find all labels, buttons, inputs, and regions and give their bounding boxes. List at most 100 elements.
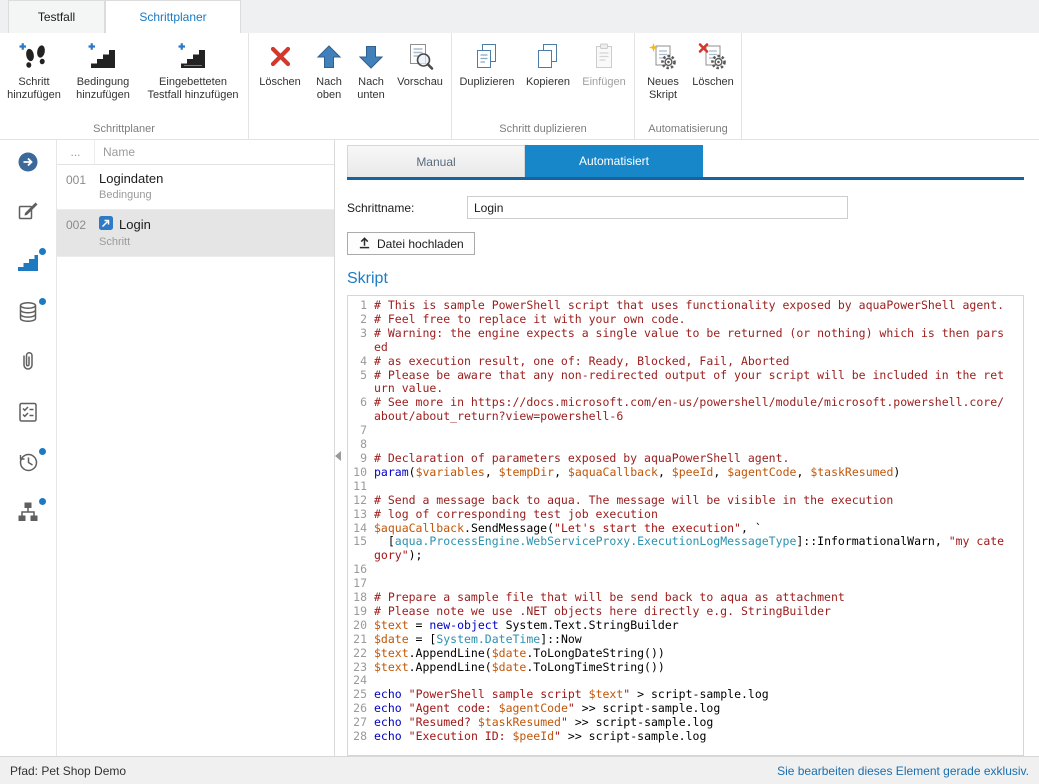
- ribbon-group-label-schritt-duplizieren: Schritt duplizieren: [455, 120, 631, 139]
- notification-dot: [39, 248, 46, 255]
- column-header-name: Name: [95, 145, 135, 159]
- steps-list-panel: ... Name 001 Logindaten Bedingung 002: [57, 140, 335, 756]
- automated-step-icon: [99, 216, 113, 233]
- arrow-circle-icon: [16, 150, 40, 179]
- script-gear-new-icon: [647, 41, 679, 73]
- schrittname-row: Schrittname:: [347, 196, 1024, 219]
- add-condition-button[interactable]: Bedingung hinzufügen: [65, 33, 141, 102]
- tab-manual[interactable]: Manual: [347, 145, 525, 177]
- tab-underline: [347, 177, 1024, 180]
- code-line: 20$text = new-object System.Text.StringB…: [348, 619, 1023, 633]
- sidebar-icon-strip: [0, 140, 57, 756]
- code-line: 23$text.AppendLine($date.ToLongTimeStrin…: [348, 661, 1023, 675]
- step-row-id: 002: [57, 216, 95, 248]
- tab-schrittplaner[interactable]: Schrittplaner: [105, 0, 241, 33]
- move-up-button[interactable]: Nach oben: [308, 33, 350, 102]
- stairs-plus-icon: [177, 41, 209, 73]
- ribbon-group-schrittplaner: Schritt hinzufügen Bedingung hinzufügen: [0, 33, 249, 139]
- duplicate-label: Duplizieren: [459, 76, 514, 89]
- code-line: 15 [aqua.ProcessEngine.WebServiceProxy.E…: [348, 535, 1023, 563]
- code-line: 1# This is sample PowerShell script that…: [348, 299, 1023, 313]
- ribbon-group-schritt-duplizieren: Duplizieren Kopieren: [452, 33, 635, 139]
- panel-collapse-handle[interactable]: [335, 450, 343, 462]
- delete-script-button[interactable]: Löschen: [688, 33, 738, 89]
- delete-button[interactable]: Löschen: [252, 33, 308, 89]
- step-row-002[interactable]: 002 Login Schritt: [57, 210, 334, 257]
- code-line: 13# log of corresponding test job execut…: [348, 508, 1023, 522]
- sidebar-item-open[interactable]: [16, 152, 40, 176]
- delete-label: Löschen: [259, 76, 301, 89]
- step-row-title: Logindaten: [99, 171, 334, 186]
- app-window: Testfall Schrittplaner: [0, 0, 1039, 784]
- copy-documents-icon: [471, 41, 503, 73]
- ribbon-group-label-empty: [252, 120, 448, 139]
- ribbon-group-label-automatisierung: Automatisierung: [638, 120, 738, 139]
- step-row-001[interactable]: 001 Logindaten Bedingung: [57, 165, 334, 210]
- step-row-subtitle: Schritt: [99, 236, 334, 248]
- tab-automatisiert[interactable]: Automatisiert: [525, 145, 703, 177]
- notification-dot: [39, 498, 46, 505]
- history-clock-icon: [16, 450, 40, 479]
- step-row-subtitle: Bedingung: [99, 189, 334, 201]
- steps-list-header: ... Name: [57, 140, 334, 165]
- preview-button[interactable]: Vorschau: [392, 33, 448, 89]
- add-condition-label: Bedingung hinzufügen: [65, 76, 141, 102]
- code-line: 14$aquaCallback.SendMessage("Let's start…: [348, 522, 1023, 536]
- arrow-down-icon: [355, 41, 387, 73]
- sidebar-item-steps[interactable]: [16, 252, 40, 276]
- paste-button[interactable]: Einfügen: [577, 33, 631, 89]
- code-line: 10param($variables, $tempDir, $aquaCallb…: [348, 466, 1023, 480]
- add-step-button[interactable]: Schritt hinzufügen: [3, 33, 65, 102]
- document-magnifier-icon: [404, 41, 436, 73]
- paste-label: Einfügen: [582, 76, 625, 89]
- document-tabbar: Testfall Schrittplaner: [0, 0, 1039, 33]
- code-line: 18# Prepare a sample file that will be s…: [348, 591, 1023, 605]
- copy-label: Kopieren: [526, 76, 570, 89]
- code-line: 28echo "Execution ID: $peeId" >> script-…: [348, 730, 1023, 744]
- arrow-up-icon: [313, 41, 345, 73]
- tab-testfall[interactable]: Testfall: [8, 0, 105, 33]
- code-line: 2# Feel free to replace it with your own…: [348, 313, 1023, 327]
- code-line: 16: [348, 563, 1023, 577]
- database-icon: [16, 300, 40, 329]
- hierarchy-icon: [16, 500, 40, 529]
- sidebar-item-edit[interactable]: [16, 202, 40, 226]
- code-line: 27echo "Resumed? $taskResumed" >> script…: [348, 716, 1023, 730]
- code-line: 21$date = [System.DateTime]::Now: [348, 633, 1023, 647]
- sidebar-item-attachments[interactable]: [16, 352, 40, 376]
- new-script-button[interactable]: Neues Skript: [638, 33, 688, 102]
- code-line: 8: [348, 438, 1023, 452]
- step-row-id: 001: [57, 171, 95, 201]
- move-down-button[interactable]: Nach unten: [350, 33, 392, 102]
- schrittname-input[interactable]: [467, 196, 848, 219]
- clipboard-icon: [588, 41, 620, 73]
- code-line: 7: [348, 424, 1023, 438]
- upload-file-label: Datei hochladen: [377, 237, 464, 251]
- status-lock-message: Sie bearbeiten dieses Element gerade exk…: [777, 764, 1029, 778]
- code-line: 17: [348, 577, 1023, 591]
- copy-documents-icon: [532, 41, 564, 73]
- add-embedded-testcase-button[interactable]: Eingebetteten Testfall hinzufügen: [141, 33, 245, 102]
- duplicate-button[interactable]: Duplizieren: [455, 33, 519, 89]
- code-line: 26echo "Agent code: $agentCode" >> scrip…: [348, 702, 1023, 716]
- copy-button[interactable]: Kopieren: [519, 33, 577, 89]
- upload-icon: [358, 236, 371, 252]
- notification-dot: [39, 448, 46, 455]
- script-editor[interactable]: 1# This is sample PowerShell script that…: [347, 295, 1024, 756]
- sidebar-item-history[interactable]: [16, 452, 40, 476]
- paperclip-icon: [16, 350, 40, 379]
- code-line: 19# Please note we use .NET objects here…: [348, 605, 1023, 619]
- delete-script-label: Löschen: [692, 76, 734, 89]
- upload-file-button[interactable]: Datei hochladen: [347, 232, 475, 255]
- notification-dot: [39, 298, 46, 305]
- code-line: 12# Send a message back to aqua. The mes…: [348, 494, 1023, 508]
- sidebar-item-data[interactable]: [16, 302, 40, 326]
- code-line: 11: [348, 480, 1023, 494]
- move-up-label: Nach oben: [308, 76, 350, 102]
- pencil-icon: [16, 200, 40, 229]
- sidebar-item-checklist[interactable]: [16, 402, 40, 426]
- footprints-plus-icon: [18, 41, 50, 73]
- add-step-label: Schritt hinzufügen: [3, 76, 65, 102]
- sidebar-item-dependencies[interactable]: [16, 502, 40, 526]
- ribbon-group-automatisierung: Neues Skript Löschen: [635, 33, 742, 139]
